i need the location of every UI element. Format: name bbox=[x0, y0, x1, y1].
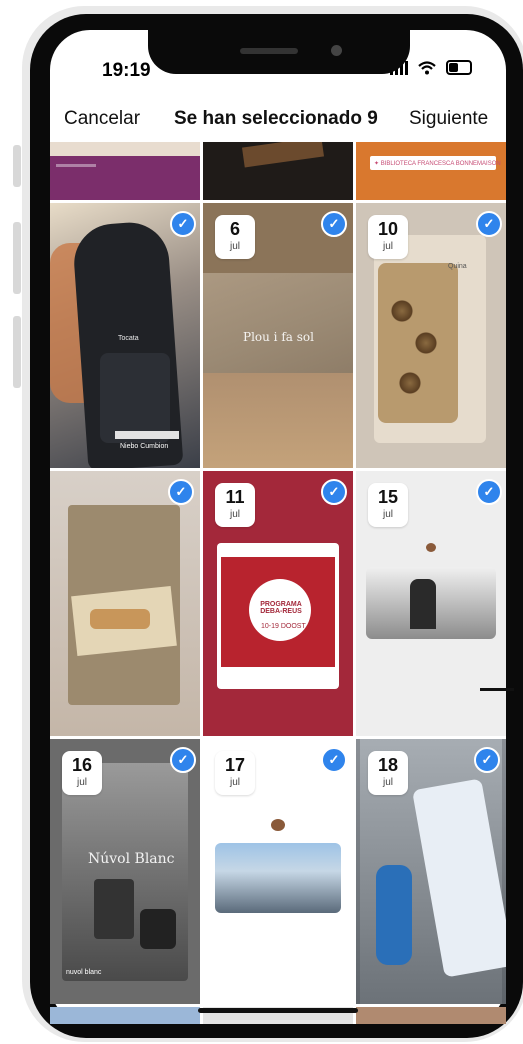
date-badge: 6 jul bbox=[215, 215, 255, 259]
media-tile-6[interactable]: 15 jul ✓ bbox=[356, 471, 506, 736]
media-tile[interactable] bbox=[203, 142, 353, 200]
media-tile[interactable] bbox=[356, 1007, 506, 1024]
speaker bbox=[240, 48, 298, 54]
checkmark-icon[interactable]: ✓ bbox=[170, 211, 196, 237]
checkmark-icon[interactable]: ✓ bbox=[474, 747, 500, 773]
cancel-button[interactable]: Cancelar bbox=[64, 108, 140, 130]
selection-count-title: Se han seleccionado 9 bbox=[174, 108, 378, 129]
date-badge: 17 jul bbox=[215, 751, 255, 795]
media-tile-5[interactable]: 11 jul PROGRAMA DEBA-REUS 10-19 DOOST ✓ bbox=[203, 471, 353, 736]
tile-caption: Núvol Blanc bbox=[88, 851, 175, 867]
tile-caption: PROGRAMA DEBA-REUS bbox=[260, 601, 302, 615]
checkmark-icon[interactable]: ✓ bbox=[170, 747, 196, 773]
media-tile-2[interactable]: 6 jul Plou i fa sol ✓ bbox=[203, 203, 353, 468]
wifi-icon bbox=[418, 60, 436, 74]
media-tile-1[interactable]: Tocata Niebo Cumbion ✓ bbox=[50, 203, 200, 468]
media-tile[interactable] bbox=[50, 1007, 200, 1024]
media-tile-3[interactable]: 10 jul Quina ✓ bbox=[356, 203, 506, 468]
media-tile-4[interactable]: ✓ bbox=[50, 471, 200, 736]
media-tile-8[interactable]: 17 jul ✓ bbox=[203, 739, 353, 1004]
selection-header: Cancelar Se han seleccionado 9 Siguiente bbox=[50, 100, 506, 142]
tile-caption: ✦ BIBLIOTECA FRANCESCA BONNEMAISON bbox=[374, 161, 501, 167]
notch bbox=[148, 20, 410, 74]
date-badge: 15 jul bbox=[368, 483, 408, 527]
media-tile-7[interactable]: 16 jul Núvol Blanc nuvol blanc ✓ bbox=[50, 739, 200, 1004]
home-indicator[interactable] bbox=[198, 1008, 358, 1013]
media-tile[interactable] bbox=[50, 142, 200, 200]
date-badge: 11 jul bbox=[215, 483, 255, 527]
side-button-volume-down bbox=[13, 316, 21, 388]
media-grid: ✦ BIBLIOTECA FRANCESCA BONNEMAISON Tocat… bbox=[50, 142, 510, 1024]
checkmark-icon[interactable]: ✓ bbox=[168, 479, 194, 505]
side-button-volume-up bbox=[13, 222, 21, 294]
front-camera bbox=[331, 45, 342, 56]
media-tile-9[interactable]: 18 jul ✓ bbox=[356, 739, 506, 1004]
date-badge: 16 jul bbox=[62, 751, 102, 795]
divider-mark bbox=[480, 688, 514, 691]
status-time: 19:19 bbox=[102, 60, 151, 81]
checkmark-icon[interactable]: ✓ bbox=[321, 747, 347, 773]
tile-subcaption: nuvol blanc bbox=[66, 969, 102, 976]
tile-subcaption: Niebo Cumbion bbox=[120, 443, 169, 450]
side-button-mute bbox=[13, 145, 21, 187]
date-badge: 18 jul bbox=[368, 751, 408, 795]
tile-subcaption: 10-19 DOOST bbox=[261, 623, 306, 630]
tile-caption: Tocata bbox=[118, 335, 139, 342]
checkmark-icon[interactable]: ✓ bbox=[476, 211, 502, 237]
next-button[interactable]: Siguiente bbox=[409, 108, 488, 130]
tile-caption: Plou i fa sol bbox=[243, 330, 314, 344]
checkmark-icon[interactable]: ✓ bbox=[476, 479, 502, 505]
battery-icon bbox=[446, 60, 472, 75]
checkmark-icon[interactable]: ✓ bbox=[321, 211, 347, 237]
tile-caption: Quina bbox=[448, 263, 467, 270]
date-badge: 10 jul bbox=[368, 215, 408, 259]
media-tile[interactable]: ✦ BIBLIOTECA FRANCESCA BONNEMAISON bbox=[356, 142, 506, 200]
checkmark-icon[interactable]: ✓ bbox=[321, 479, 347, 505]
